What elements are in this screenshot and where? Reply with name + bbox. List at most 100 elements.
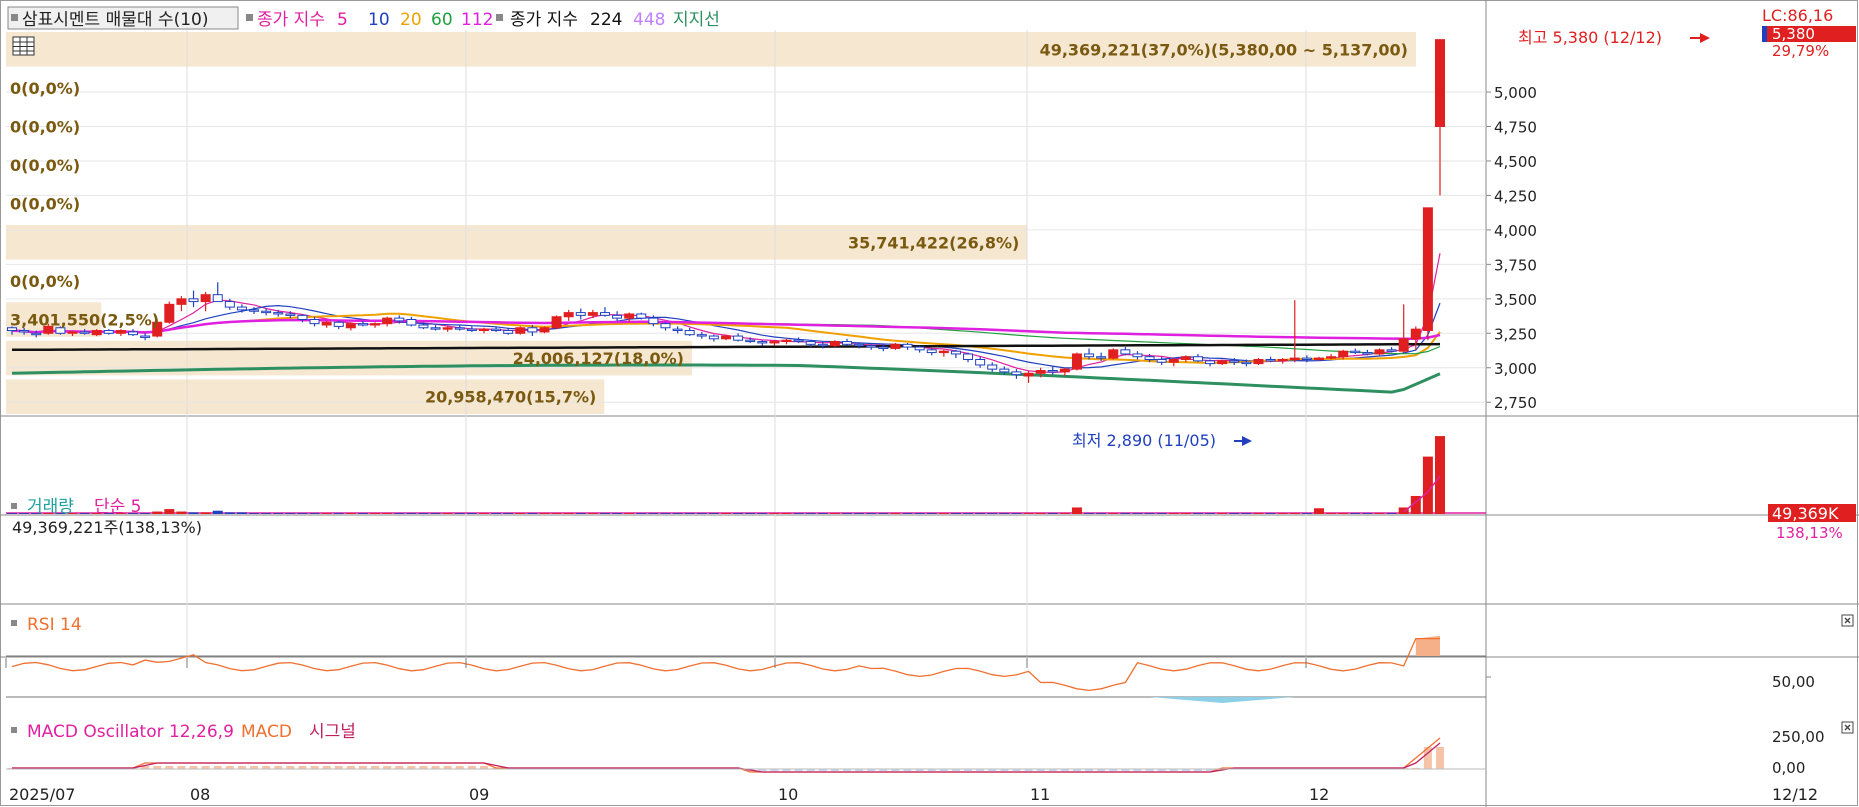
candle-body bbox=[950, 350, 961, 355]
candle-body bbox=[1338, 350, 1349, 358]
rsi-panel bbox=[6, 635, 1491, 703]
candle-body bbox=[890, 343, 901, 349]
volume-bar bbox=[551, 513, 562, 514]
price-tick-label: 3,750 bbox=[1494, 256, 1537, 274]
chart-title: 삼표시멘트 매물대 수(10) bbox=[22, 10, 208, 30]
candle-body bbox=[466, 328, 477, 332]
volume-bar bbox=[1277, 513, 1288, 514]
candle-body bbox=[31, 332, 42, 336]
candle-body bbox=[1313, 357, 1324, 360]
volume-bar bbox=[757, 513, 768, 514]
candle-body bbox=[115, 330, 126, 334]
candle-body bbox=[926, 349, 937, 354]
candle-body bbox=[612, 314, 623, 319]
candle-body bbox=[1229, 360, 1240, 363]
candle-body bbox=[551, 316, 562, 329]
candle-body bbox=[249, 309, 260, 312]
volume-bar bbox=[200, 512, 211, 514]
macd-close-icon[interactable] bbox=[1841, 721, 1854, 734]
candle-body bbox=[357, 323, 368, 326]
volume-bar bbox=[1205, 513, 1216, 514]
candle-body bbox=[636, 313, 647, 319]
candle-body bbox=[321, 321, 332, 326]
candle-body bbox=[515, 327, 526, 334]
volume-bar bbox=[1217, 513, 1228, 514]
candle-body bbox=[1435, 39, 1445, 127]
volume-info: 49,369,221주(138,13%) bbox=[12, 518, 202, 537]
volume-bar bbox=[382, 513, 393, 514]
volume-bar bbox=[273, 513, 284, 514]
rsi-line bbox=[11, 637, 1440, 692]
candle-body bbox=[599, 312, 610, 316]
legend-ma5: 5 bbox=[337, 10, 348, 30]
volume-bar bbox=[1386, 513, 1397, 514]
volume-bar bbox=[1132, 513, 1143, 514]
volume-bar bbox=[708, 513, 719, 514]
volume-bar bbox=[1084, 513, 1095, 514]
volume-panel bbox=[6, 436, 1486, 514]
candle-body bbox=[684, 330, 695, 336]
price-axis: 5,000 4,750 4,500 4,250 4,000 3,750 3,500 3,250… bbox=[1486, 84, 1537, 412]
volume-bar bbox=[563, 513, 574, 514]
price-tick-label: 5,000 bbox=[1494, 84, 1537, 102]
candle-body bbox=[1108, 349, 1119, 359]
volume-profile-label: 0(0,0%) bbox=[10, 272, 80, 291]
candle-body bbox=[212, 294, 223, 303]
candle-body bbox=[1192, 356, 1203, 362]
table-icon[interactable] bbox=[12, 36, 35, 56]
volume-bar bbox=[1156, 513, 1167, 514]
volume-bar bbox=[950, 513, 961, 514]
volume-bullet-icon bbox=[11, 503, 17, 509]
volume-bar bbox=[721, 513, 731, 514]
candle-body bbox=[1265, 358, 1276, 362]
volume-bar bbox=[624, 513, 635, 514]
candle-body bbox=[128, 331, 139, 336]
candle-body bbox=[285, 313, 296, 316]
volume-bar bbox=[902, 513, 913, 514]
volume-profile-bands bbox=[6, 32, 1416, 414]
x-tick-label: 10 bbox=[778, 785, 798, 804]
volume-title: 거래량 bbox=[27, 497, 74, 517]
candle-body bbox=[297, 314, 308, 321]
candle-body bbox=[1011, 371, 1022, 376]
candle-body bbox=[382, 317, 393, 325]
volume-bar bbox=[1313, 508, 1324, 514]
candle-body bbox=[805, 341, 816, 345]
legend-label: 종가 지수 bbox=[257, 10, 325, 30]
x-tick-label: 12 bbox=[1309, 785, 1329, 804]
volume-bar bbox=[176, 511, 187, 514]
macd-bullet-icon bbox=[11, 727, 17, 733]
rsi-title: RSI 14 bbox=[27, 615, 82, 635]
volume-profile-label: 49,369,221(37,0%)(5,380,00 ~ 5,137,00) bbox=[1040, 40, 1408, 59]
candle-body bbox=[1241, 361, 1252, 365]
x-tick-label: 09 bbox=[469, 785, 489, 804]
candle-body bbox=[394, 317, 405, 322]
candle-body bbox=[1277, 358, 1288, 362]
candle-body bbox=[454, 327, 465, 330]
candles[interactable] bbox=[7, 39, 1445, 383]
candle-body bbox=[781, 339, 792, 343]
stock-chart[interactable]: 49,369,221(37,0%)(5,380,00 ~ 5,137,00) 0(… bbox=[0, 0, 1859, 807]
candle-body bbox=[866, 345, 877, 348]
volume-bar bbox=[503, 513, 514, 514]
candle-body bbox=[733, 335, 744, 341]
volume-profile-label: 35,741,422(26,8%) bbox=[848, 233, 1019, 252]
volume-bar bbox=[1229, 513, 1240, 514]
candle-body bbox=[999, 368, 1010, 373]
candle-body bbox=[624, 313, 635, 319]
legend-ma60: 60 bbox=[431, 10, 453, 30]
volume-bar bbox=[733, 513, 744, 514]
high-annotation: 최고 5,380 (12/12) bbox=[1518, 28, 1662, 47]
x-axis-last: 12/12 bbox=[1772, 785, 1818, 804]
change-percent: 29,79% bbox=[1772, 42, 1829, 60]
volume-bar bbox=[684, 513, 695, 514]
volume-bar bbox=[539, 513, 550, 514]
legend-support: 지지선 bbox=[673, 10, 720, 30]
legend-ma112: 112 bbox=[461, 10, 493, 30]
candle-body bbox=[902, 343, 913, 348]
candle-body bbox=[1301, 357, 1312, 360]
candle-body bbox=[273, 312, 284, 315]
volume-bar bbox=[164, 509, 175, 514]
volume-bar bbox=[333, 513, 344, 514]
rsi-close-icon[interactable] bbox=[1841, 614, 1854, 627]
